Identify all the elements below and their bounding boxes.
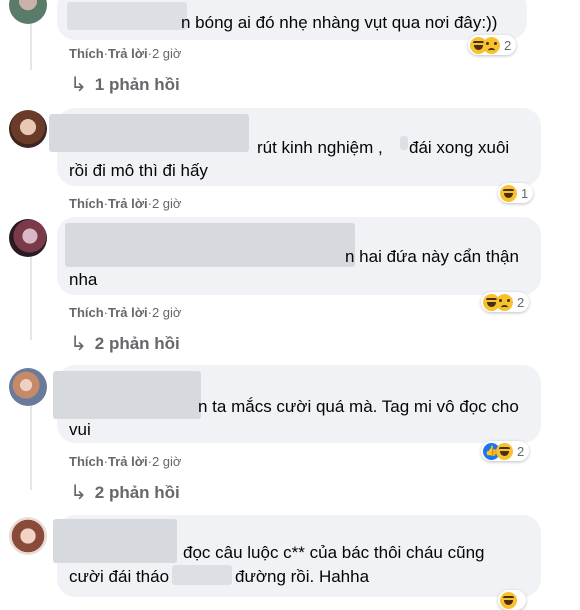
avatar[interactable] <box>9 368 47 406</box>
reply-link[interactable]: Trả lời <box>108 454 148 469</box>
haha-icon <box>500 591 517 609</box>
reaction-count: 1 <box>521 185 529 201</box>
reaction-count: 2 <box>517 443 525 459</box>
thread-line <box>30 405 32 490</box>
blurred-name <box>67 2 187 30</box>
view-replies-link[interactable]: ↳ 2 phản hồi <box>70 331 180 356</box>
reply-link[interactable]: Trả lời <box>108 46 148 61</box>
comment-text: n ta mắcs cười quá mà. Tag mi vô đọc cho <box>198 397 519 416</box>
comment-text: n hai đứa này cẩn thận <box>345 247 519 266</box>
comment-bubble: n hai đứa này cẩn thận nha <box>57 217 541 295</box>
avatar[interactable] <box>9 0 47 24</box>
blurred-name <box>400 136 408 150</box>
reaction-summary[interactable]: 👍 2 <box>481 441 530 461</box>
reply-arrow-icon: ↳ <box>70 333 87 355</box>
comment-text: đọc câu luộc c** của bác thôi cháu cũng <box>183 543 485 562</box>
timestamp[interactable]: 2 giờ <box>152 196 182 211</box>
blurred-name <box>49 114 249 152</box>
reaction-count: 2 <box>504 37 512 53</box>
comment-text: rút kinh nghiệm , <box>257 138 383 157</box>
comment-bubble: rút kinh nghiệm , đái xong xuôi rồi đi m… <box>49 108 541 186</box>
thread-line <box>30 250 32 340</box>
avatar[interactable] <box>9 110 47 148</box>
blurred-name <box>53 371 201 419</box>
reaction-summary[interactable] <box>498 590 526 610</box>
haha-icon <box>500 184 517 202</box>
timestamp[interactable]: 2 giờ <box>152 305 182 320</box>
reaction-summary[interactable]: 1 <box>498 183 534 203</box>
comment-text: rồi đi mô thì đi hấy <box>69 161 208 180</box>
comment-text: đường rồi. Hahha <box>235 567 370 586</box>
sad-icon <box>496 293 513 311</box>
comment-text: nha <box>69 270 98 289</box>
reply-link[interactable]: Trả lời <box>108 196 148 211</box>
comment-text: vui <box>69 420 91 439</box>
comment-bubble: n bóng ai đó nhẹ nhàng vụt qua nơi đây:)… <box>57 0 527 40</box>
avatar[interactable] <box>9 517 47 555</box>
like-link[interactable]: Thích <box>69 305 104 320</box>
reaction-summary[interactable]: 2 <box>468 35 517 55</box>
reply-arrow-icon: ↳ <box>70 482 87 504</box>
like-link[interactable]: Thích <box>69 454 104 469</box>
comment-text: n bóng ai đó nhẹ nhàng vụt qua nơi đây:)… <box>181 13 498 32</box>
like-link[interactable]: Thích <box>69 46 104 61</box>
comment-text: cười đái tháo <box>69 567 170 586</box>
comment-bubble: đọc câu luộc c** của bác thôi cháu cũng … <box>53 515 541 597</box>
reply-link[interactable]: Trả lời <box>108 305 148 320</box>
blurred-name <box>53 519 177 563</box>
comment-text: đái xong xuôi <box>409 138 510 157</box>
view-replies-link[interactable]: ↳ 2 phản hồi <box>70 480 180 505</box>
reaction-summary[interactable]: 2 <box>481 292 530 312</box>
sad-icon <box>483 36 500 54</box>
comment-actions: Thích · Trả lời · 2 giờ <box>69 196 182 211</box>
timestamp[interactable]: 2 giờ <box>152 46 182 61</box>
comment-actions: Thích · Trả lời · 2 giờ <box>69 46 182 61</box>
blurred-name <box>172 565 232 585</box>
comment-actions: Thích · Trả lời · 2 giờ <box>69 454 182 469</box>
comment-actions: Thích · Trả lời · 2 giờ <box>69 305 182 320</box>
view-replies-link[interactable]: ↳ 1 phản hồi <box>70 72 180 97</box>
like-link[interactable]: Thích <box>69 196 104 211</box>
comment-bubble: n ta mắcs cười quá mà. Tag mi vô đọc cho… <box>53 365 541 443</box>
avatar[interactable] <box>9 219 47 257</box>
timestamp[interactable]: 2 giờ <box>152 454 182 469</box>
blurred-name <box>65 223 355 267</box>
haha-icon <box>496 442 513 460</box>
reaction-count: 2 <box>517 294 525 310</box>
reply-arrow-icon: ↳ <box>70 74 87 96</box>
